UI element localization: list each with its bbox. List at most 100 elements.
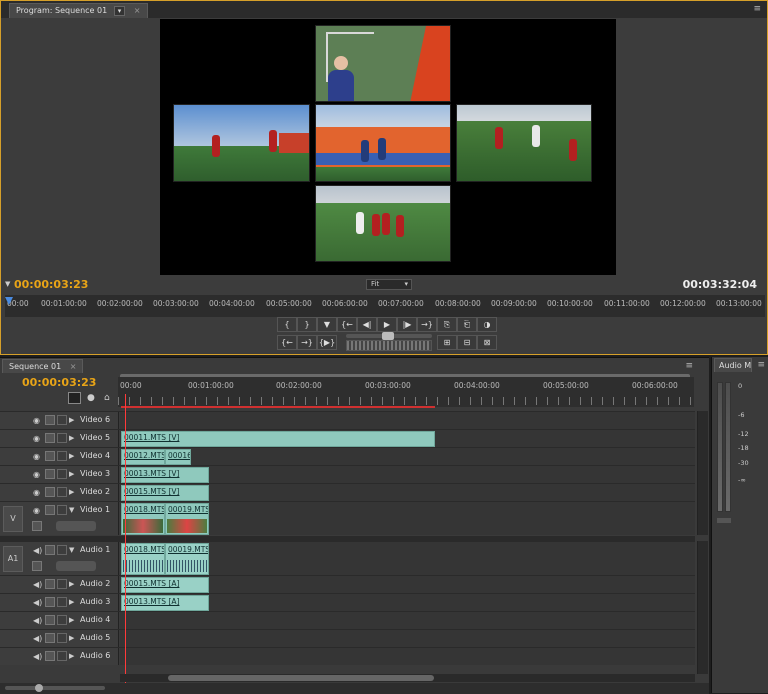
trim-monitor-button[interactable]: ◑ [477, 317, 497, 332]
track-area[interactable]: 00015.MTS [A] [120, 576, 695, 593]
sync-lock-icon[interactable] [45, 579, 55, 589]
play-in-to-out-button[interactable]: {← [277, 335, 297, 350]
play-button[interactable]: ▶ [377, 317, 397, 332]
program-current-time[interactable]: 00:00:03:23 [14, 278, 88, 291]
clip[interactable]: 00012.MTS [121, 449, 165, 465]
scroll-thumb[interactable] [168, 675, 434, 681]
track-area[interactable]: 00018.MTS 00019.MTS [120, 502, 695, 535]
expand-icon[interactable]: ▶ [69, 452, 74, 460]
shuttle-slider[interactable] [346, 332, 432, 340]
expand-icon[interactable]: ▶ [69, 652, 74, 660]
keyframe-nav[interactable] [56, 521, 96, 531]
lock-icon[interactable] [57, 487, 67, 497]
extract-button[interactable]: ⎗ [457, 317, 477, 332]
marker-icon[interactable]: ● [87, 393, 95, 403]
add-marker-icon[interactable]: ⌂ [104, 393, 110, 403]
sync-lock-icon[interactable] [45, 469, 55, 479]
mark-in-button[interactable]: { [277, 317, 297, 332]
export-frame-button[interactable]: ⊠ [477, 335, 497, 350]
clip[interactable]: 00016 [165, 449, 191, 465]
go-to-in-button[interactable]: {← [337, 317, 357, 332]
track-area[interactable] [120, 630, 695, 647]
speaker-icon[interactable]: ◀) [33, 546, 42, 555]
sync-lock-icon[interactable] [45, 615, 55, 625]
zoom-fit-dropdown[interactable]: Fit [366, 279, 412, 290]
eye-icon[interactable]: ◉ [33, 506, 40, 515]
play-around-button[interactable]: {▶} [317, 335, 337, 350]
add-marker-button[interactable]: ▼ [317, 317, 337, 332]
clip[interactable]: 00011.MTS [V] [121, 431, 435, 447]
lock-icon[interactable] [57, 469, 67, 479]
lock-icon[interactable] [57, 651, 67, 661]
track-area[interactable]: 00015.MTS [V] [120, 484, 695, 501]
step-forward-button[interactable]: |▶ [397, 317, 417, 332]
output-button[interactable]: ⊞ [437, 335, 457, 350]
track-area[interactable] [120, 612, 695, 629]
track-area[interactable]: 00013.MTS [A] [120, 594, 695, 611]
panel-menu-icon[interactable]: ≡ [757, 360, 765, 370]
sync-lock-icon[interactable] [45, 487, 55, 497]
speaker-icon[interactable]: ◀) [33, 616, 42, 625]
track-area[interactable]: 00011.MTS [V] [120, 430, 695, 447]
lock-icon[interactable] [57, 615, 67, 625]
clip[interactable]: 00013.MTS [V] [121, 467, 209, 483]
sync-lock-icon[interactable] [45, 451, 55, 461]
track-area[interactable]: 00012.MTS 00016 [120, 448, 695, 465]
snap-icon[interactable] [68, 392, 81, 404]
step-back-button[interactable]: ◀| [357, 317, 377, 332]
speaker-icon[interactable]: ◀) [33, 580, 42, 589]
solo-buttons[interactable] [717, 518, 731, 523]
video-vertical-scrollbar[interactable] [697, 411, 708, 535]
mark-out-button[interactable]: } [297, 317, 317, 332]
eye-icon[interactable]: ◉ [33, 470, 40, 479]
timeline-playhead[interactable] [125, 394, 126, 694]
tab-sequence[interactable]: Sequence 01 × [2, 359, 84, 373]
eye-icon[interactable]: ◉ [33, 452, 40, 461]
audio-vertical-scrollbar[interactable] [697, 541, 708, 674]
clip[interactable]: 00015.MTS [A] [121, 577, 209, 593]
lock-icon[interactable] [57, 451, 67, 461]
lock-icon[interactable] [57, 505, 67, 515]
close-icon[interactable]: × [70, 362, 77, 371]
clip[interactable]: 00015.MTS [V] [121, 485, 209, 501]
keyframe-nav[interactable] [56, 561, 96, 571]
clip[interactable]: 00018.MTS [121, 503, 165, 535]
sync-lock-icon[interactable] [45, 651, 55, 661]
lock-icon[interactable] [57, 433, 67, 443]
display-style-icon[interactable] [32, 521, 42, 531]
track-area[interactable]: 00013.MTS [V] [120, 466, 695, 483]
expand-icon[interactable]: ▶ [69, 416, 74, 424]
safe-margins-button[interactable]: ⊟ [457, 335, 477, 350]
eye-icon[interactable]: ◉ [33, 434, 40, 443]
timeline-horizontal-scrollbar[interactable] [120, 674, 695, 682]
expand-icon[interactable]: ▶ [69, 488, 74, 496]
expand-icon[interactable]: ▶ [69, 634, 74, 642]
close-icon[interactable]: × [134, 6, 141, 15]
lock-icon[interactable] [57, 579, 67, 589]
lift-button[interactable]: ⎘ [437, 317, 457, 332]
sync-lock-icon[interactable] [45, 545, 55, 555]
expand-icon[interactable]: ▶ [69, 598, 74, 606]
speaker-icon[interactable]: ◀) [33, 598, 42, 607]
sync-lock-icon[interactable] [45, 633, 55, 643]
eye-icon[interactable]: ◉ [33, 488, 40, 497]
tab-audio-meters[interactable]: Audio M [714, 358, 752, 372]
source-track-a1[interactable]: A1 [3, 546, 23, 572]
lock-icon[interactable] [57, 415, 67, 425]
clip[interactable]: 00013.MTS [A] [121, 595, 209, 611]
expand-icon[interactable]: ▶ [69, 616, 74, 624]
speaker-icon[interactable]: ◀) [33, 652, 42, 661]
clip[interactable]: 00019.MTS [165, 543, 209, 575]
sync-lock-icon[interactable] [45, 597, 55, 607]
track-area[interactable] [120, 412, 695, 429]
expand-icon[interactable]: ▶ [69, 470, 74, 478]
sync-lock-icon[interactable] [45, 505, 55, 515]
shuttle-handle[interactable] [382, 332, 394, 340]
zoom-handle[interactable] [35, 684, 43, 692]
clip[interactable]: 00019.MTS [165, 503, 209, 535]
lock-icon[interactable] [57, 597, 67, 607]
sequence-current-time[interactable]: 00:00:03:23 [22, 376, 96, 389]
track-area[interactable]: 00018.MTS 00019.MTS [120, 542, 695, 575]
sequence-dropdown-icon[interactable]: ▾ [113, 6, 126, 16]
collapse-icon[interactable]: ▼ [69, 546, 74, 554]
